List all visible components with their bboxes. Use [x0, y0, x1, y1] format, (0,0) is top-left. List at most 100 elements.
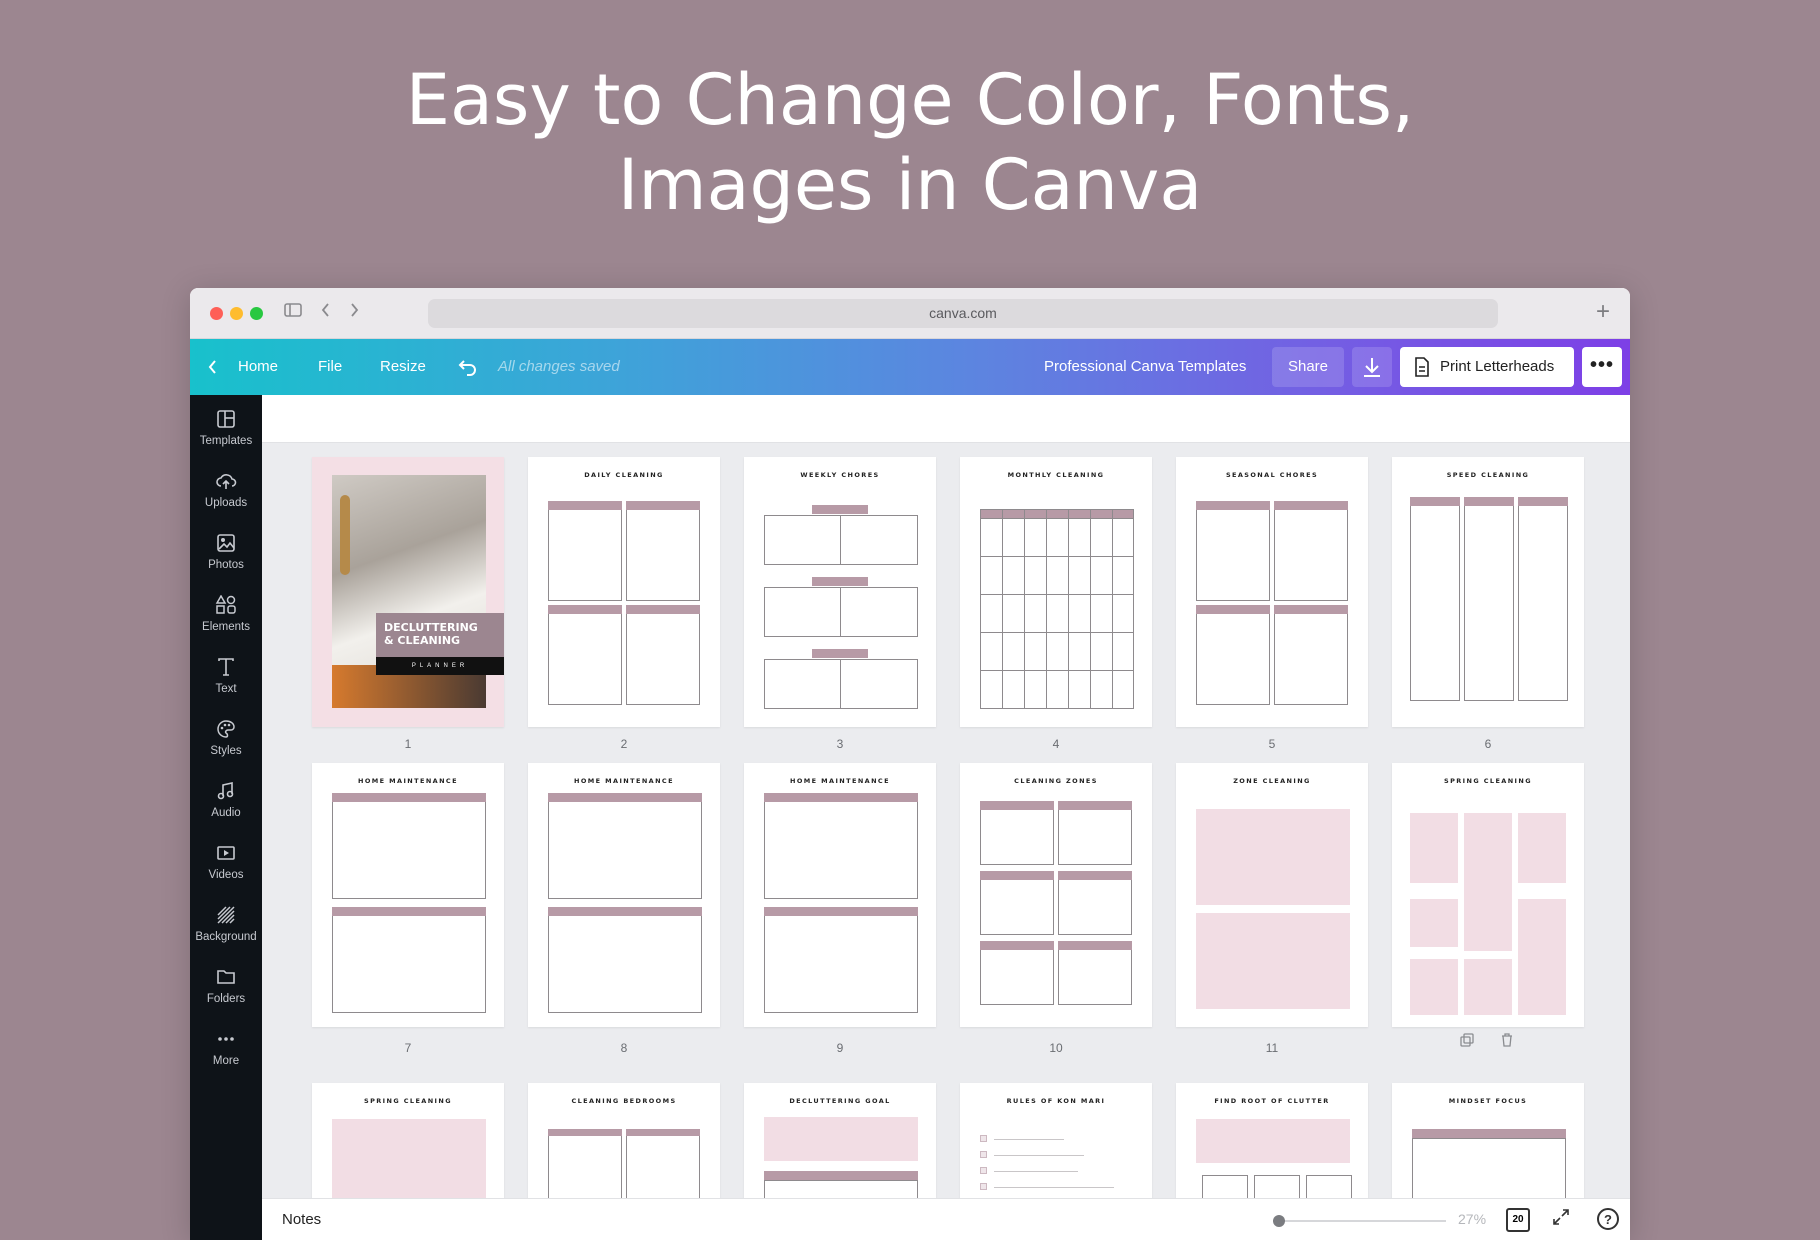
- checklist-box: [764, 659, 918, 709]
- checklist-box: [764, 907, 918, 1013]
- cover-title-box: DECLUTTERING & CLEANING: [376, 613, 504, 657]
- sidebar-item-folders[interactable]: Folders: [190, 961, 262, 1023]
- page-title: SPRING CLEANING: [1444, 777, 1532, 785]
- room-list: [1518, 947, 1566, 1015]
- page-thumbnail-1[interactable]: DECLUTTERING & CLEANING PLANNER: [312, 457, 504, 727]
- zone-box: [1058, 871, 1132, 935]
- browser-titlebar: canva.com +: [190, 288, 1630, 339]
- home-button[interactable]: Home: [238, 339, 278, 395]
- fullscreen-icon[interactable]: [1552, 1208, 1570, 1231]
- photos-icon: [190, 533, 262, 559]
- print-letterheads-button[interactable]: Print Letterheads: [1400, 347, 1574, 387]
- resize-button[interactable]: Resize: [380, 339, 426, 395]
- zoom-slider[interactable]: [1278, 1220, 1446, 1222]
- rule-line: [994, 1171, 1078, 1172]
- browser-back-icon[interactable]: [320, 302, 332, 323]
- sidebar-item-styles[interactable]: Styles: [190, 713, 262, 775]
- task-grid: [1196, 809, 1350, 905]
- page-thumbnail-8[interactable]: HOME MAINTENANCE: [528, 763, 720, 1027]
- sidebar-item-label: Folders: [206, 993, 246, 1005]
- file-menu[interactable]: File: [318, 339, 342, 395]
- table-header: [548, 1129, 622, 1136]
- page-title: ZONE CLEANING: [1233, 777, 1311, 785]
- sidebar-item-elements[interactable]: Elements: [190, 589, 262, 651]
- download-icon[interactable]: [1352, 347, 1392, 387]
- sidebar-item-more[interactable]: More: [190, 1023, 262, 1085]
- page-thumbnail-3[interactable]: WEEKLY CHORES: [744, 457, 936, 727]
- page-number: 11: [1265, 1041, 1279, 1055]
- sidebar-item-label: More: [212, 1055, 240, 1067]
- section-header: [812, 577, 868, 586]
- page-thumbnail-2[interactable]: DAILY CLEANING: [528, 457, 720, 727]
- trash-icon[interactable]: [1500, 1033, 1514, 1050]
- section-header: [332, 907, 486, 916]
- canvas-header-area: [262, 395, 1630, 443]
- page-title: DECLUTTERING GOAL: [789, 1097, 891, 1105]
- elements-icon: [190, 594, 262, 621]
- room-list: [1410, 813, 1458, 883]
- close-window-button[interactable]: [210, 307, 223, 320]
- divider: [840, 515, 841, 565]
- room-list: [1464, 881, 1512, 951]
- page-title: HOME MAINTENANCE: [358, 777, 458, 785]
- chevron-left-icon[interactable]: [208, 339, 218, 395]
- text-icon: [190, 657, 262, 683]
- zoom-level[interactable]: 27%: [1458, 1211, 1486, 1227]
- cover-title-line-2: & CLEANING: [384, 634, 461, 647]
- checkbox: [980, 1151, 987, 1158]
- table-header: [626, 1129, 700, 1136]
- page-thumbnail-4[interactable]: MONTHLY CLEANING: [960, 457, 1152, 727]
- page-thumbnail-9[interactable]: HOME MAINTENANCE: [744, 763, 936, 1027]
- page-thumbnail-12[interactable]: SPRING CLEANING: [1392, 763, 1584, 1027]
- help-button[interactable]: ?: [1597, 1208, 1619, 1230]
- page-title: WEEKLY CHORES: [800, 471, 880, 479]
- section-header: [812, 505, 868, 514]
- sidebar-item-templates[interactable]: Templates: [190, 403, 262, 465]
- duplicate-icon[interactable]: [1460, 1033, 1474, 1050]
- sidebar-item-videos[interactable]: Videos: [190, 837, 262, 899]
- section-header: [332, 793, 486, 802]
- new-tab-icon[interactable]: +: [1596, 298, 1610, 326]
- zone-header: [980, 871, 1054, 880]
- checklist-box: [332, 907, 486, 1013]
- zoom-slider-handle[interactable]: [1273, 1215, 1285, 1227]
- rule-line: [994, 1155, 1084, 1156]
- address-bar[interactable]: canva.com: [428, 299, 1498, 328]
- sidebar-item-background[interactable]: Background: [190, 899, 262, 961]
- print-label: Print Letterheads: [1440, 358, 1555, 375]
- undo-icon[interactable]: [458, 339, 478, 395]
- grid-view-button[interactable]: 20: [1506, 1208, 1530, 1232]
- minimize-window-button[interactable]: [230, 307, 243, 320]
- page-thumbnail-10[interactable]: CLEANING ZONES: [960, 763, 1152, 1027]
- sidebar-toggle-icon[interactable]: [284, 302, 302, 323]
- sidebar-item-audio[interactable]: Audio: [190, 775, 262, 837]
- list-box: [1274, 605, 1348, 705]
- folder-icon: [190, 967, 262, 993]
- page-title: MONTHLY CLEANING: [1007, 471, 1105, 479]
- page-thumbnail-11[interactable]: ZONE CLEANING: [1176, 763, 1368, 1027]
- room-list: [1464, 959, 1512, 1015]
- browser-forward-icon[interactable]: [348, 302, 360, 323]
- room-list: [1518, 899, 1566, 947]
- page-title: FIND ROOT OF CLUTTER: [1214, 1097, 1330, 1105]
- project-title[interactable]: Professional Canva Templates: [1044, 339, 1246, 395]
- maximize-window-button[interactable]: [250, 307, 263, 320]
- checkbox: [980, 1167, 987, 1174]
- page-thumbnail-6[interactable]: SPEED CLEANING: [1392, 457, 1584, 727]
- list-header: [1196, 605, 1270, 614]
- browser-window: canva.com + Home File Resize All changes…: [190, 288, 1630, 1240]
- list-header: [1196, 501, 1270, 510]
- more-horizontal-icon[interactable]: •••: [1582, 347, 1622, 387]
- sidebar-item-uploads[interactable]: Uploads: [190, 465, 262, 527]
- section-header: [812, 649, 868, 658]
- notes-button[interactable]: Notes: [282, 1211, 321, 1228]
- page-thumbnail-5[interactable]: SEASONAL CHORES: [1176, 457, 1368, 727]
- page-thumbnail-7[interactable]: HOME MAINTENANCE: [312, 763, 504, 1027]
- list-header: [626, 501, 700, 510]
- sidebar-item-text[interactable]: Text: [190, 651, 262, 713]
- sidebar-item-photos[interactable]: Photos: [190, 527, 262, 589]
- page-title: HOME MAINTENANCE: [790, 777, 890, 785]
- more-dots-icon: [190, 1029, 262, 1055]
- share-button[interactable]: Share: [1272, 347, 1344, 387]
- headline-line-1: Easy to Change Color, Fonts,: [405, 59, 1415, 141]
